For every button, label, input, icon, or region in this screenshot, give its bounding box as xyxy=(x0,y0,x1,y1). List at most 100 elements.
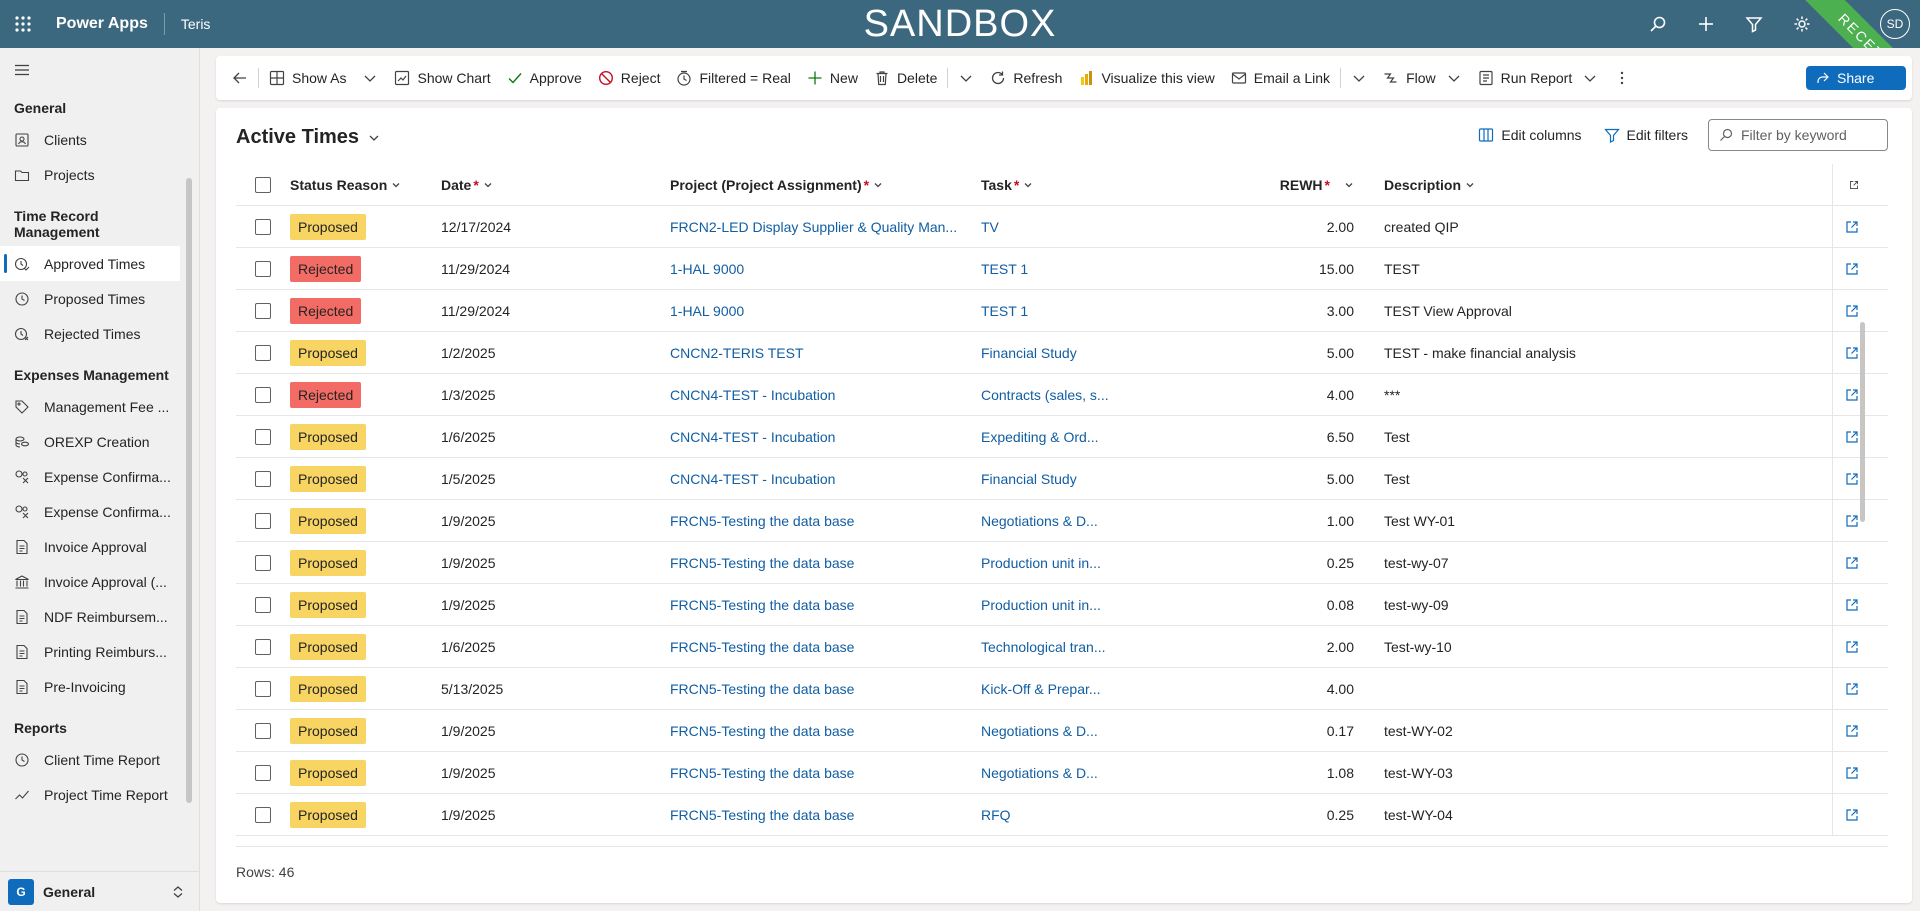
row-checkbox[interactable] xyxy=(236,416,290,458)
table-row[interactable]: Rejected 1/3/2025 CNCN4-TEST - Incubatio… xyxy=(236,374,1888,416)
project-link[interactable]: CNCN4-TEST - Incubation xyxy=(670,387,835,403)
task-link[interactable]: Production unit in... xyxy=(981,597,1101,613)
project-link[interactable]: 1-HAL 9000 xyxy=(670,303,744,319)
open-record-button[interactable] xyxy=(1832,668,1870,710)
task-link[interactable]: Production unit in... xyxy=(981,555,1101,571)
sidebar-item[interactable]: Projects xyxy=(0,157,199,192)
row-checkbox[interactable] xyxy=(236,332,290,374)
run-report-button[interactable]: Run Report xyxy=(1470,62,1607,94)
project-link[interactable]: FRCN5-Testing the data base xyxy=(670,723,854,739)
more-options-button[interactable] xyxy=(1606,62,1638,94)
select-all-checkbox[interactable] xyxy=(236,164,290,206)
project-link[interactable]: 1-HAL 9000 xyxy=(670,261,744,277)
project-link[interactable]: FRCN5-Testing the data base xyxy=(670,555,854,571)
table-row[interactable]: Proposed 1/6/2025 CNCN4-TEST - Incubatio… xyxy=(236,416,1888,458)
open-record-button[interactable] xyxy=(1832,584,1870,626)
open-record-button[interactable] xyxy=(1832,248,1870,290)
sidebar-item[interactable]: Invoice Approval (... xyxy=(0,564,199,599)
sidebar-item[interactable]: Management Fee ... xyxy=(0,389,199,424)
project-link[interactable]: FRCN5-Testing the data base xyxy=(670,681,854,697)
open-all-button[interactable] xyxy=(1832,164,1870,206)
row-checkbox[interactable] xyxy=(236,668,290,710)
email-link-button[interactable]: Email a Link xyxy=(1223,62,1338,94)
project-link[interactable]: FRCN5-Testing the data base xyxy=(670,639,854,655)
back-button[interactable] xyxy=(224,62,256,94)
project-link[interactable]: FRCN5-Testing the data base xyxy=(670,765,854,781)
column-header-task[interactable]: Task * xyxy=(981,164,1161,206)
visualize-view-button[interactable]: Visualize this view xyxy=(1070,62,1222,94)
sidebar-item[interactable]: Client Time Report xyxy=(0,742,199,777)
task-link[interactable]: Technological tran... xyxy=(981,639,1106,655)
open-record-button[interactable] xyxy=(1832,626,1870,668)
table-row[interactable] xyxy=(236,836,1888,844)
task-link[interactable]: Contracts (sales, s... xyxy=(981,387,1109,403)
table-row[interactable]: Proposed 1/5/2025 CNCN4-TEST - Incubatio… xyxy=(236,458,1888,500)
more-commands-dropdown[interactable] xyxy=(950,62,982,94)
row-checkbox[interactable] xyxy=(236,752,290,794)
row-checkbox[interactable] xyxy=(236,248,290,290)
task-link[interactable]: TEST 1 xyxy=(981,261,1028,277)
table-row[interactable]: Proposed 1/9/2025 FRCN5-Testing the data… xyxy=(236,752,1888,794)
project-link[interactable]: FRCN5-Testing the data base xyxy=(670,597,854,613)
row-checkbox[interactable] xyxy=(236,710,290,752)
table-row[interactable]: Proposed 5/13/2025 FRCN5-Testing the dat… xyxy=(236,668,1888,710)
approve-button[interactable]: Approve xyxy=(499,62,590,94)
row-checkbox[interactable] xyxy=(236,206,290,248)
edit-filters-button[interactable]: Edit filters xyxy=(1603,127,1688,143)
show-chart-button[interactable]: Show Chart xyxy=(386,62,498,94)
table-row[interactable]: Proposed 1/6/2025 FRCN5-Testing the data… xyxy=(236,626,1888,668)
task-link[interactable]: Financial Study xyxy=(981,471,1077,487)
sidebar-item[interactable]: Approved Times xyxy=(0,246,180,281)
area-switcher[interactable]: G General xyxy=(0,871,199,911)
sidebar-item[interactable]: Expense Confirma... xyxy=(0,494,199,529)
open-record-button[interactable] xyxy=(1832,206,1870,248)
sidebar-item[interactable]: Rejected Times xyxy=(0,316,199,351)
open-record-button[interactable] xyxy=(1832,752,1870,794)
table-row[interactable]: Proposed 1/9/2025 FRCN5-Testing the data… xyxy=(236,542,1888,584)
sidebar-item[interactable]: Clients xyxy=(0,122,199,157)
column-header-rewh[interactable]: REWH * xyxy=(1161,164,1366,206)
project-link[interactable]: FRCN2-LED Display Supplier & Quality Man… xyxy=(670,219,957,235)
sidebar-scrollbar[interactable] xyxy=(186,178,192,803)
table-row[interactable]: Rejected 11/29/2024 1-HAL 9000 TEST 1 3.… xyxy=(236,290,1888,332)
project-link[interactable]: CNCN4-TEST - Incubation xyxy=(670,429,835,445)
row-checkbox[interactable] xyxy=(236,374,290,416)
column-header-date[interactable]: Date * xyxy=(441,164,670,206)
table-row[interactable]: Proposed 1/9/2025 FRCN5-Testing the data… xyxy=(236,584,1888,626)
show-as-button[interactable]: Show As xyxy=(261,62,354,94)
task-link[interactable]: Expediting & Ord... xyxy=(981,429,1099,445)
filter-icon[interactable] xyxy=(1730,0,1778,48)
sidebar-item[interactable]: Invoice Approval xyxy=(0,529,199,564)
row-checkbox[interactable] xyxy=(236,542,290,584)
open-record-button[interactable] xyxy=(1832,542,1870,584)
show-as-dropdown[interactable] xyxy=(354,62,386,94)
refresh-button[interactable]: Refresh xyxy=(982,62,1070,94)
filter-keyword-input[interactable]: Filter by keyword xyxy=(1708,119,1888,151)
grid-scrollbar[interactable] xyxy=(1860,322,1865,522)
table-row[interactable]: Proposed 12/17/2024 FRCN2-LED Display Su… xyxy=(236,206,1888,248)
edit-columns-button[interactable]: Edit columns xyxy=(1478,127,1582,143)
open-record-button[interactable] xyxy=(1832,794,1870,836)
task-link[interactable]: Negotiations & D... xyxy=(981,723,1098,739)
project-link[interactable]: FRCN5-Testing the data base xyxy=(670,513,854,529)
table-row[interactable]: Proposed 1/9/2025 FRCN5-Testing the data… xyxy=(236,500,1888,542)
task-link[interactable]: TV xyxy=(981,219,999,235)
row-checkbox[interactable] xyxy=(236,836,290,844)
row-checkbox[interactable] xyxy=(236,794,290,836)
sidebar-item[interactable]: Expense Confirma... xyxy=(0,459,199,494)
new-button[interactable]: New xyxy=(799,62,866,94)
row-checkbox[interactable] xyxy=(236,458,290,500)
sidebar-item[interactable]: Printing Reimburs... xyxy=(0,634,199,669)
delete-button[interactable]: Delete xyxy=(866,62,945,94)
open-record-button[interactable] xyxy=(1832,710,1870,752)
project-link[interactable]: FRCN5-Testing the data base xyxy=(670,807,854,823)
environment-name[interactable]: Teris xyxy=(165,16,211,32)
hamburger-menu-icon[interactable] xyxy=(0,48,199,92)
sidebar-item[interactable]: Project Time Report xyxy=(0,777,199,812)
sidebar-item[interactable]: Pre-Invoicing xyxy=(0,669,199,704)
column-header-status[interactable]: Status Reason xyxy=(290,164,441,206)
filtered-button[interactable]: Filtered = Real xyxy=(668,62,798,94)
reject-button[interactable]: Reject xyxy=(590,62,669,94)
sidebar-item[interactable]: NDF Reimbursem... xyxy=(0,599,199,634)
table-row[interactable]: Proposed 1/9/2025 FRCN5-Testing the data… xyxy=(236,794,1888,836)
